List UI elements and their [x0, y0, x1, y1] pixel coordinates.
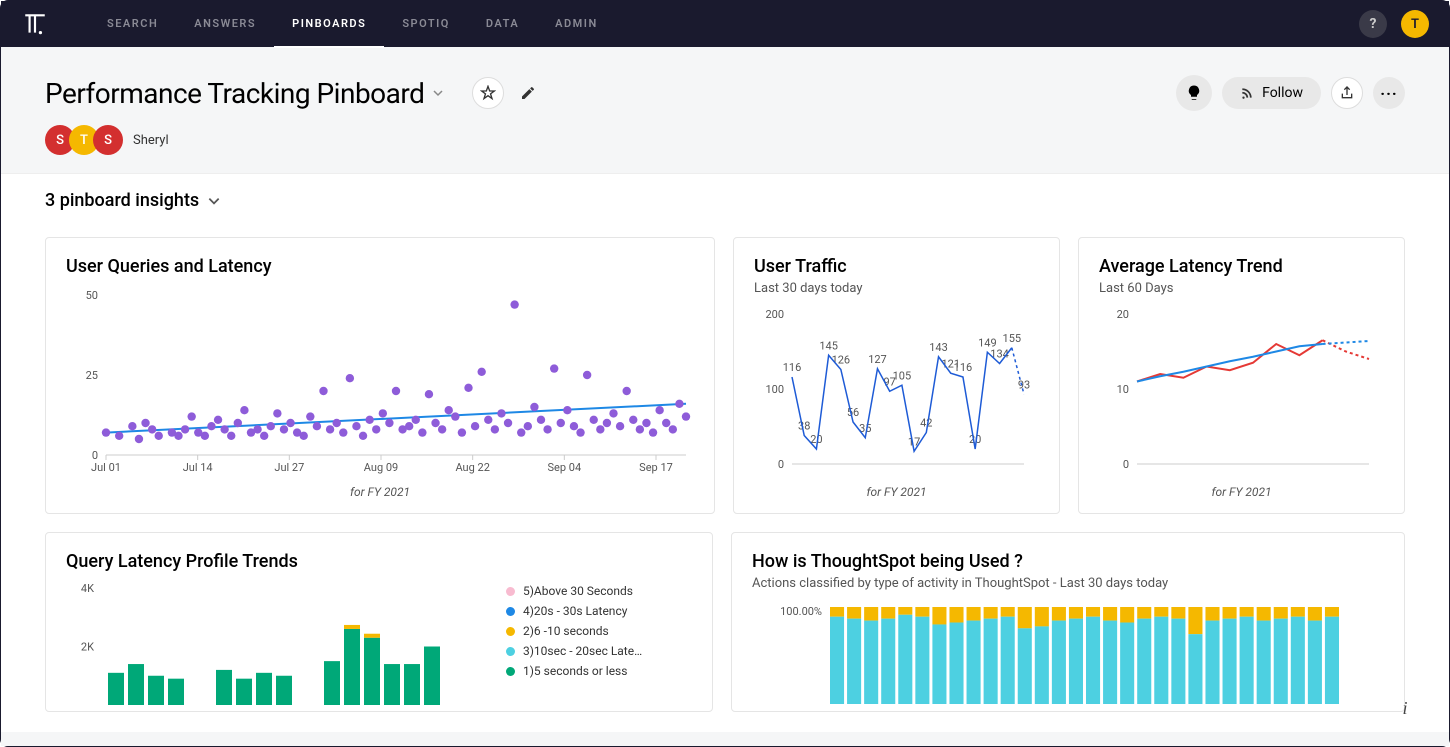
svg-text:38: 38	[798, 420, 810, 433]
owner-avatars: STS	[45, 125, 123, 155]
legend-item: 4)20s - 30s Latency	[506, 604, 642, 618]
user-avatar[interactable]: T	[1401, 10, 1429, 38]
svg-text:145: 145	[819, 339, 838, 352]
card-footer: for FY 2021	[754, 485, 1039, 499]
chart-avg-latency: 0 10 20	[1099, 304, 1384, 479]
favorite-button[interactable]	[472, 77, 504, 109]
edit-button[interactable]	[512, 77, 544, 109]
svg-text:Jul 14: Jul 14	[183, 461, 213, 474]
insights-toggle[interactable]: 3 pinboard insights	[1, 173, 1449, 227]
svg-text:Sep 17: Sep 17	[639, 461, 673, 474]
svg-text:56: 56	[847, 406, 859, 419]
svg-text:105: 105	[893, 369, 912, 382]
svg-text:4K: 4K	[81, 582, 94, 595]
top-nav: SEARCHANSWERSPINBOARDSSPOTIQDATAADMIN ? …	[1, 1, 1449, 47]
card-user-traffic: User Traffic Last 30 days today 0 100 200 1…	[733, 237, 1060, 514]
svg-text:Aug 22: Aug 22	[455, 461, 489, 474]
svg-text:200: 200	[765, 308, 784, 321]
svg-text:17: 17	[908, 435, 920, 448]
chart-usage: 100.00%	[752, 599, 1384, 713]
card-footer: for FY 2021	[1099, 485, 1384, 499]
owner-name: Sheryl	[133, 133, 169, 148]
card-avg-latency: Average Latency Trend Last 60 Days 0 10 20…	[1078, 237, 1405, 514]
card-subtitle: Last 60 Days	[1099, 281, 1384, 296]
svg-text:100.00%: 100.00%	[780, 605, 822, 618]
cards-container: User Queries and Latency 0 25 50 Jul 01 Jul …	[1, 227, 1449, 732]
svg-text:0: 0	[1123, 458, 1129, 471]
pinboard-header: Performance Tracking Pinboard Follow	[1, 47, 1449, 173]
chart-user-traffic: 0100200116382014512656351279710517421431…	[754, 304, 1039, 479]
card-title: How is ThoughtSpot being Used ?	[752, 551, 1384, 572]
svg-text:Jul 01: Jul 01	[91, 461, 121, 474]
card-footer: for FY 2021	[66, 485, 694, 499]
svg-text:10: 10	[1117, 383, 1129, 396]
nav-item-spotiq[interactable]: SPOTIQ	[384, 1, 468, 48]
svg-text:100: 100	[765, 383, 784, 396]
nav-item-pinboards[interactable]: PINBOARDS	[274, 1, 384, 48]
owner-row: STS Sheryl	[45, 125, 1405, 155]
owner-avatar: S	[93, 125, 123, 155]
svg-text:143: 143	[929, 341, 948, 354]
pinboard-title: Performance Tracking Pinboard	[45, 77, 424, 110]
card-title: User Queries and Latency	[66, 256, 694, 277]
card-title: Average Latency Trend	[1099, 256, 1384, 277]
nav-item-search[interactable]: SEARCH	[89, 1, 176, 48]
legend-item: 5)Above 30 Seconds	[506, 584, 642, 598]
chart-user-queries: 02550Jul 01Jul 14Jul 27Aug 09Aug 22Sep 0…	[66, 285, 694, 479]
legend-item: 2)6 -10 seconds	[506, 624, 642, 638]
info-button[interactable]: i	[1391, 694, 1419, 722]
logo-icon	[21, 10, 49, 38]
legend-item: 3)10sec - 20sec Late…	[506, 644, 642, 658]
nav-item-answers[interactable]: ANSWERS	[176, 1, 274, 48]
svg-text:93: 93	[1018, 378, 1030, 391]
share-button[interactable]	[1331, 77, 1363, 109]
help-button[interactable]: ?	[1359, 10, 1387, 38]
svg-text:42: 42	[920, 417, 932, 430]
nav-items: SEARCHANSWERSPINBOARDSSPOTIQDATAADMIN	[89, 1, 616, 48]
svg-text:20: 20	[1117, 308, 1129, 321]
svg-text:116: 116	[783, 361, 802, 374]
card-usage: How is ThoughtSpot being Used ? Actions …	[731, 532, 1405, 712]
legend-item: 1)5 seconds or less	[506, 664, 642, 678]
svg-text:155: 155	[1003, 332, 1022, 345]
follow-label: Follow	[1262, 85, 1303, 101]
svg-text:2K: 2K	[81, 641, 94, 654]
svg-text:Jul 27: Jul 27	[274, 461, 304, 474]
card-user-queries: User Queries and Latency 02550Jul 01Jul …	[45, 237, 715, 514]
svg-text:127: 127	[868, 353, 887, 366]
svg-text:50: 50	[86, 289, 98, 302]
nav-item-data[interactable]: DATA	[468, 1, 537, 48]
insights-label: 3 pinboard insights	[45, 190, 199, 211]
svg-text:116: 116	[954, 361, 973, 374]
chart-latency-profile: 2K 4K 5)Above 30 Seconds 4)20s - 30s Laten…	[66, 580, 692, 710]
svg-text:126: 126	[832, 354, 851, 367]
card-title: User Traffic	[754, 256, 1039, 277]
svg-text:Aug 09: Aug 09	[364, 461, 398, 474]
card-latency-profile: Query Latency Profile Trends 2K 4K 5)Abov…	[45, 532, 713, 712]
card-subtitle: Actions classified by type of activity i…	[752, 576, 1384, 591]
chart-legend: 5)Above 30 Seconds 4)20s - 30s Latency 2)6…	[506, 580, 642, 710]
nav-item-admin[interactable]: ADMIN	[537, 1, 616, 48]
more-button[interactable]: ···	[1373, 77, 1405, 109]
card-subtitle: Last 30 days today	[754, 281, 1039, 296]
chevron-down-icon	[207, 194, 221, 208]
svg-text:0: 0	[778, 458, 784, 471]
title-dropdown-icon[interactable]	[432, 84, 444, 103]
card-title: Query Latency Profile Trends	[66, 551, 692, 572]
insights-bulb-button[interactable]	[1176, 75, 1212, 111]
content-area: Performance Tracking Pinboard Follow	[1, 47, 1449, 746]
follow-button[interactable]: Follow	[1222, 77, 1321, 109]
rss-icon	[1240, 86, 1254, 100]
svg-text:Sep 04: Sep 04	[548, 461, 582, 474]
svg-text:25: 25	[86, 369, 98, 382]
